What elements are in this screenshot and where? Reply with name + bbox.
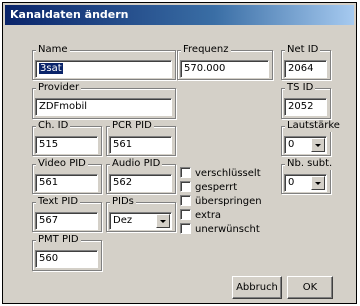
- checkbox-label: extra: [195, 210, 222, 221]
- pcr-pid-label: PCR PID: [110, 120, 154, 132]
- provider-label: Provider: [36, 82, 82, 94]
- ch-id-input[interactable]: 515: [35, 136, 98, 154]
- checkbox-box[interactable]: [180, 181, 191, 192]
- pids-label: PIDs: [110, 196, 136, 208]
- frequenz-label: Frequenz: [181, 44, 231, 56]
- checkbox-label: gesperrt: [195, 182, 238, 193]
- ok-button[interactable]: OK: [287, 276, 333, 299]
- checkbox-label: überspringen: [195, 196, 262, 207]
- text-pid-label: Text PID: [36, 196, 81, 208]
- nb-subt-select[interactable]: 0: [284, 174, 327, 192]
- channel-data-dialog: Kanaldaten ändern Name 3sat Frequenz 570…: [2, 2, 357, 304]
- ch-id-label: Ch. ID: [36, 120, 71, 132]
- checkbox-label: unerwünscht: [195, 224, 260, 235]
- lautstaerke-select[interactable]: 0: [284, 136, 327, 154]
- nb-subt-label: Nb. subt.: [285, 158, 335, 170]
- pids-select[interactable]: Dez: [109, 212, 172, 230]
- net-id-input[interactable]: 2064: [284, 60, 327, 78]
- text-pid-input[interactable]: 567: [35, 212, 98, 230]
- pmt-pid-label: PMT PID: [36, 234, 81, 246]
- checkbox-box[interactable]: [180, 209, 191, 220]
- checkbox-label: verschlüsselt: [195, 168, 261, 179]
- checkbox-box[interactable]: [180, 167, 191, 178]
- video-pid-input[interactable]: 561: [35, 174, 98, 192]
- chevron-down-icon[interactable]: [311, 138, 325, 152]
- frequenz-input[interactable]: 570.000: [180, 60, 269, 78]
- name-label: Name: [36, 44, 70, 56]
- cancel-button[interactable]: Abbruch: [232, 276, 282, 299]
- dialog-title: Kanaldaten ändern: [5, 5, 354, 25]
- name-input[interactable]: 3sat: [35, 60, 172, 78]
- chevron-down-icon[interactable]: [311, 176, 325, 190]
- lautstaerke-label: Lautstärke: [285, 120, 342, 132]
- chevron-down-icon[interactable]: [156, 214, 170, 228]
- checkbox-box[interactable]: [180, 223, 191, 234]
- ts-id-label: TS ID: [285, 82, 316, 94]
- ts-id-input[interactable]: 2052: [284, 98, 327, 116]
- provider-input[interactable]: ZDFmobil: [35, 98, 172, 116]
- net-id-label: Net ID: [285, 44, 321, 56]
- audio-pid-label: Audio PID: [110, 158, 163, 170]
- video-pid-label: Video PID: [36, 158, 88, 170]
- audio-pid-input[interactable]: 562: [109, 174, 172, 192]
- pmt-pid-input[interactable]: 560: [35, 250, 98, 268]
- pcr-pid-input[interactable]: 561: [109, 136, 172, 154]
- checkbox-box[interactable]: [180, 195, 191, 206]
